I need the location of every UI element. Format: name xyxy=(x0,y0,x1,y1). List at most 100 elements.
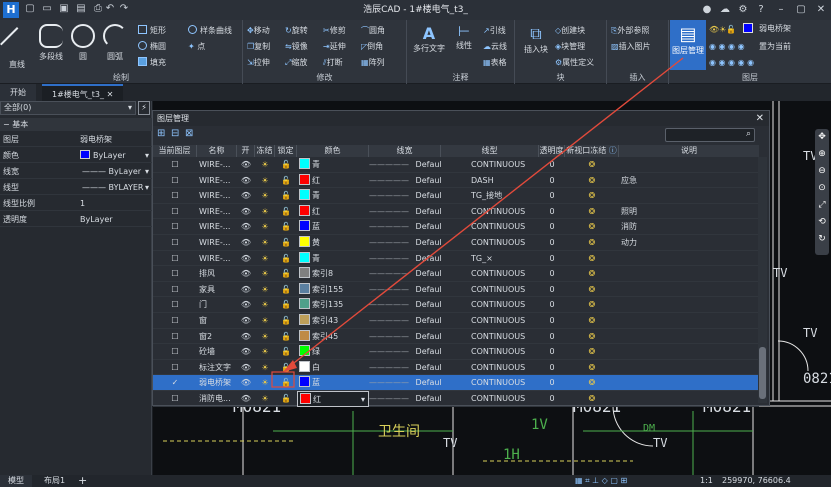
vp-freeze-icon[interactable]: ❂ xyxy=(565,391,619,407)
add-layout-icon[interactable]: + xyxy=(78,475,87,487)
layer-linetype[interactable]: DASH xyxy=(441,173,539,189)
scale-readout[interactable]: 1:1 xyxy=(700,475,713,487)
col-linetype[interactable]: 线型 xyxy=(441,145,539,157)
layer-lineweight[interactable]: ————— Default xyxy=(369,282,441,298)
lock-icon[interactable]: 🔓 xyxy=(275,219,297,235)
layer-linetype[interactable]: CONTINUOUS xyxy=(441,235,539,251)
layer-color[interactable]: 索引45 xyxy=(297,329,369,345)
layer-description[interactable] xyxy=(619,391,759,407)
freeze-icon[interactable]: ☀ xyxy=(255,219,275,235)
visible-icon[interactable]: 👁 xyxy=(237,219,255,235)
layer-name[interactable]: WIRE-... xyxy=(197,157,237,173)
layer-lineweight[interactable]: ————— Default xyxy=(369,329,441,345)
layer-color[interactable]: 索引8 xyxy=(297,266,369,282)
current-checkbox[interactable]: ☐ xyxy=(153,251,197,267)
layer-description[interactable] xyxy=(619,157,759,173)
freeze-icon[interactable]: ☀ xyxy=(255,235,275,251)
layer-color[interactable]: 索引135 xyxy=(297,297,369,313)
layer-transparency[interactable]: 0 xyxy=(539,360,565,376)
layer-description[interactable]: 应急 xyxy=(619,173,759,189)
layer-row[interactable]: ☐砼墙👁☀🔓 绿 ————— DefaultCONTINUOUS0❂ xyxy=(153,344,759,360)
current-checkbox[interactable]: ☐ xyxy=(153,360,197,376)
copy-button[interactable]: ❐复制 xyxy=(247,40,270,53)
maximize-icon[interactable]: ▢ xyxy=(794,2,808,18)
point-button[interactable]: ✦ 点 xyxy=(188,40,205,53)
saveas-icon[interactable]: ▤ xyxy=(75,3,87,15)
layer-description[interactable] xyxy=(619,344,759,360)
layer-lineweight[interactable]: ————— Default xyxy=(369,344,441,360)
layer-description[interactable] xyxy=(619,251,759,267)
layer-name[interactable]: WIRE-... xyxy=(197,219,237,235)
hatch-button[interactable]: 填充 xyxy=(138,56,166,69)
vertical-scrollbar[interactable] xyxy=(758,157,767,403)
lock-icon[interactable]: 🔓 xyxy=(275,360,297,376)
current-checkbox[interactable]: ☐ xyxy=(153,313,197,329)
arc-button[interactable]: 圆弧 xyxy=(100,24,130,66)
layer-state-icons[interactable]: 👁☀🔓 xyxy=(709,23,736,36)
col-on[interactable]: 开 xyxy=(237,145,255,157)
layer-row[interactable]: ☐标注文字👁☀🔓 白 ————— DefaultCONTINUOUS0❂ xyxy=(153,360,759,376)
vp-freeze-icon[interactable]: ❂ xyxy=(565,313,619,329)
current-checkbox[interactable]: ☐ xyxy=(153,329,197,345)
visible-icon[interactable]: 👁 xyxy=(237,204,255,220)
new-layer-icon[interactable]: ⊞ xyxy=(157,128,165,139)
attdef-button[interactable]: ⚙属性定义 xyxy=(555,56,594,69)
layer-row[interactable]: ☐消防电...👁☀🔓红▾————— DefaultCONTINUOUS0❂ xyxy=(153,391,759,407)
layer-row[interactable]: ☐WIRE-...👁☀🔓 青 ————— DefaultTG_×0❂ xyxy=(153,251,759,267)
vp-freeze-icon[interactable]: ❂ xyxy=(565,266,619,282)
layer-search-input[interactable]: ⌕ xyxy=(665,128,755,142)
layer-name[interactable]: 窗2 xyxy=(197,329,237,345)
status-tool-icons[interactable]: ▦ ⌗ ⊥ ◇ ▢ ⊞ xyxy=(575,475,627,487)
layer-transparency[interactable]: 0 xyxy=(539,219,565,235)
layer-lineweight[interactable]: ————— Default xyxy=(369,375,441,391)
layer-transparency[interactable]: 0 xyxy=(539,375,565,391)
new-vp-layer-icon[interactable]: ⊟ xyxy=(171,128,179,139)
layer-linetype[interactable]: CONTINUOUS xyxy=(441,329,539,345)
layer-name[interactable]: WIRE-... xyxy=(197,188,237,204)
layer-linetype[interactable]: CONTINUOUS xyxy=(441,297,539,313)
revcloud-button[interactable]: ☁云线 xyxy=(483,40,507,53)
rect-button[interactable]: 矩形 xyxy=(138,24,166,37)
prop-row-ltscale[interactable]: 线型比例 1 xyxy=(0,196,152,211)
visible-icon[interactable]: 👁 xyxy=(237,391,255,407)
layer-description[interactable] xyxy=(619,188,759,204)
lock-icon[interactable]: 🔓 xyxy=(275,173,297,189)
layer-name[interactable]: WIRE-... xyxy=(197,204,237,220)
prop-row-transparency[interactable]: 透明度 ByLayer xyxy=(0,212,152,227)
table-button[interactable]: ▦表格 xyxy=(483,56,507,69)
layer-description[interactable] xyxy=(619,266,759,282)
nav-icons[interactable]: ✥ ⊕ ⊖ ⊙ ⤢ ⟲ ↻ xyxy=(815,129,829,248)
layer-transparency[interactable]: 0 xyxy=(539,344,565,360)
print-icon[interactable]: ⎙ xyxy=(92,3,104,15)
mirror-button[interactable]: ⇋镜像 xyxy=(285,40,308,53)
visible-icon[interactable]: 👁 xyxy=(237,313,255,329)
lock-icon[interactable]: 🔓 xyxy=(275,157,297,173)
layer-name[interactable]: 排风 xyxy=(197,266,237,282)
layer-row[interactable]: ☐WIRE-...👁☀🔓 青 ————— DefaultCONTINUOUS0❂ xyxy=(153,157,759,173)
move-button[interactable]: ✥移动 xyxy=(247,24,270,37)
layer-description[interactable]: 动力 xyxy=(619,235,759,251)
layer-lineweight[interactable]: ————— Default xyxy=(369,251,441,267)
layer-linetype[interactable]: CONTINUOUS xyxy=(441,313,539,329)
vp-freeze-icon[interactable]: ❂ xyxy=(565,188,619,204)
break-button[interactable]: ⫽打断 xyxy=(323,56,343,69)
layer-linetype[interactable]: CONTINUOUS xyxy=(441,266,539,282)
prop-row-color[interactable]: 颜色 ByLayer ▾ xyxy=(0,148,152,163)
mtext-button[interactable]: A 多行文字 xyxy=(411,24,447,66)
layer-transparency[interactable]: 0 xyxy=(539,391,565,407)
visible-icon[interactable]: 👁 xyxy=(237,297,255,313)
layer-color[interactable]: 青 xyxy=(297,251,369,267)
xref-button[interactable]: ⎘外部参照 xyxy=(611,24,649,37)
vp-freeze-icon[interactable]: ❂ xyxy=(565,297,619,313)
layer-color[interactable]: 白 xyxy=(297,360,369,376)
chamfer-button[interactable]: ◸倒角 xyxy=(361,40,383,53)
lock-icon[interactable]: 🔓 xyxy=(275,344,297,360)
layer-color[interactable]: 黄 xyxy=(297,235,369,251)
layer-linetype[interactable]: CONTINUOUS xyxy=(441,219,539,235)
array-button[interactable]: ▦阵列 xyxy=(361,56,385,69)
layer-tools-row2[interactable]: ◉ ◉ ◉ ◉ ◉ xyxy=(709,56,754,69)
trim-button[interactable]: ✂修剪 xyxy=(323,24,346,37)
vp-freeze-icon[interactable]: ❂ xyxy=(565,375,619,391)
col-lineweight[interactable]: 线宽 xyxy=(369,145,441,157)
freeze-icon[interactable]: ☀ xyxy=(255,266,275,282)
